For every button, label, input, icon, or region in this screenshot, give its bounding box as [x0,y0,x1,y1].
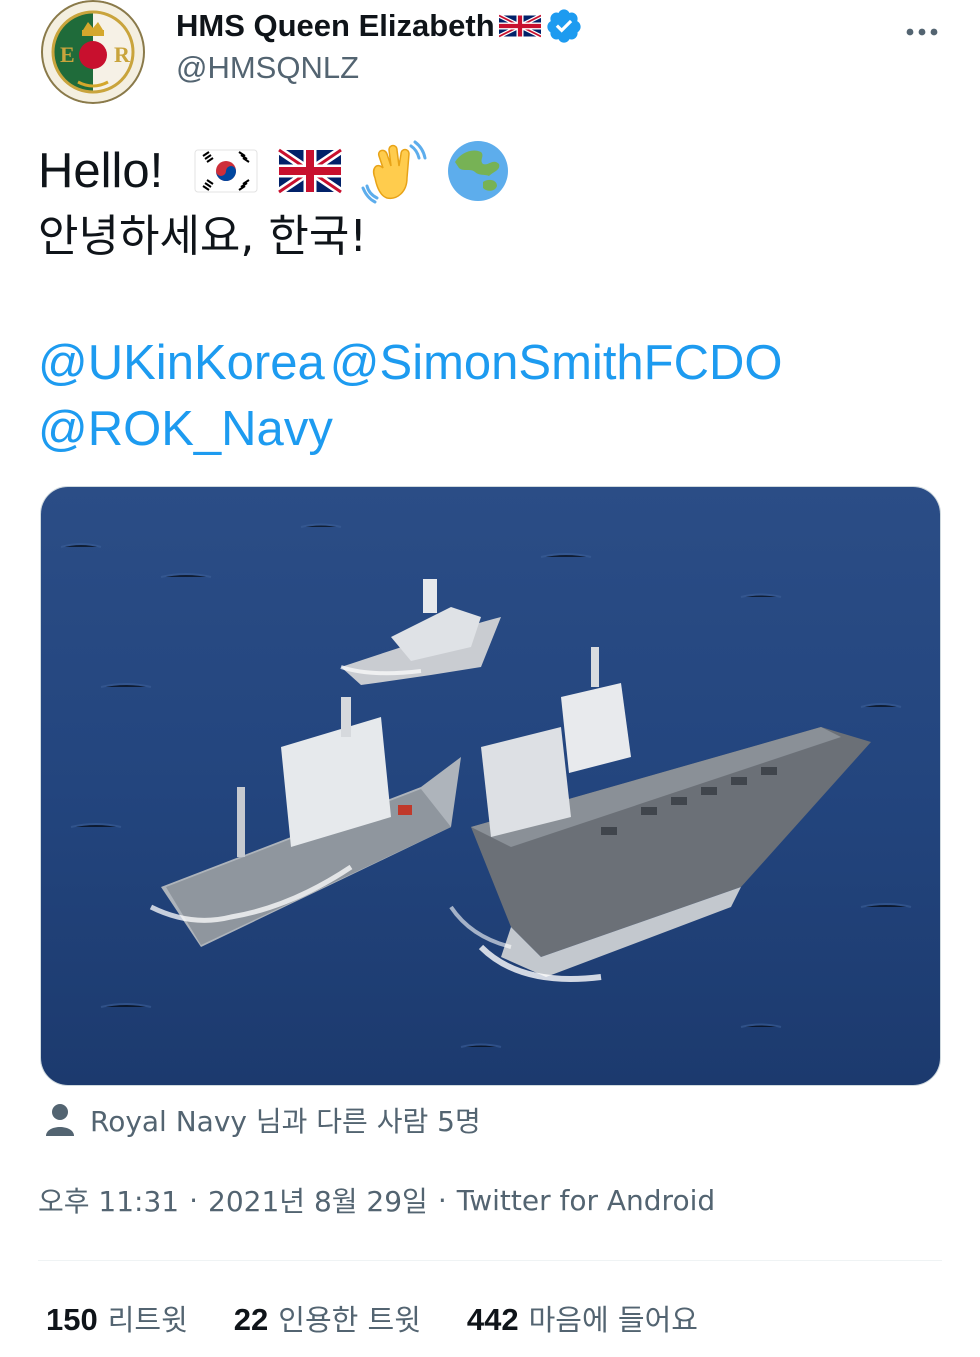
tweet-line-2: 안녕하세요, 한국! [38,211,367,262]
ships-at-sea-photo [41,487,940,1085]
quote-tweets-count: 22 [233,1302,269,1337]
retweets-label: 리트윗 [107,1303,188,1337]
waving-hand-icon [361,138,427,204]
tweet-metadata: 오후 11:31 · 2021년 8월 29일 · Twitter for An… [38,1180,715,1220]
tweet-source[interactable]: Twitter for Android [457,1184,715,1217]
tweet-time[interactable]: 오후 11:31 [38,1180,179,1220]
tagged-people-text: Royal Navy 님과 다른 사람 5명 [90,1105,481,1138]
author-display-name[interactable]: HMS Queen Elizabeth [176,8,495,44]
crest-emblem-icon: E R [41,0,145,104]
mention-rok-navy[interactable]: @ROK_Navy [38,402,333,456]
likes-stat[interactable]: 442 마음에 들어요 [467,1297,698,1339]
quote-tweets-stat[interactable]: 22 인용한 트윗 [234,1297,421,1339]
retweets-count: 150 [46,1302,98,1337]
verified-badge-icon [547,9,581,43]
meta-separator: · [189,1183,199,1217]
tweet-stats: 150 리트윗 22 인용한 트윗 442 마음에 들어요 [46,1296,698,1340]
tweet-mentions: @UKinKorea @SimonSmithFCDO @ROK_Navy [38,330,958,462]
quote-tweets-label: 인용한 트윗 [278,1303,421,1337]
more-options-icon [906,28,938,36]
mention-ukinkorea[interactable]: @UKinKorea [38,336,325,390]
tweet-photo[interactable] [40,486,941,1086]
globe-asia-australia-icon [445,138,511,204]
divider [38,1260,942,1261]
more-options-button[interactable] [900,8,944,44]
author-name-row[interactable]: HMS Queen Elizabeth [176,6,583,46]
meta-separator: · [437,1183,447,1217]
tweet-line-1: Hello! [38,138,938,204]
uk-flag-icon [498,13,541,39]
mention-simonsmithfcdo[interactable]: @SimonSmithFCDO [330,336,783,390]
south-korea-flag-icon [193,138,259,204]
author-handle[interactable]: @HMSQNLZ [176,50,359,86]
greeting-text: Hello! [38,144,164,198]
svg-text:E: E [60,42,75,67]
retweets-stat[interactable]: 150 리트윗 [46,1297,188,1339]
tagged-people[interactable]: Royal Navy 님과 다른 사람 5명 [44,1100,481,1140]
tweet-text: Hello! 안녕하세요, 한국! [38,138,938,270]
tweet-header: E R HMS Queen Elizabeth @HMSQNLZ [0,0,980,120]
person-icon [46,1104,74,1136]
likes-count: 442 [466,1302,519,1337]
uk-flag-icon [277,138,344,204]
avatar[interactable]: E R [38,0,148,104]
svg-text:R: R [114,42,131,67]
likes-label: 마음에 들어요 [528,1303,698,1337]
tweet-date[interactable]: 2021년 8월 29일 [208,1180,428,1220]
